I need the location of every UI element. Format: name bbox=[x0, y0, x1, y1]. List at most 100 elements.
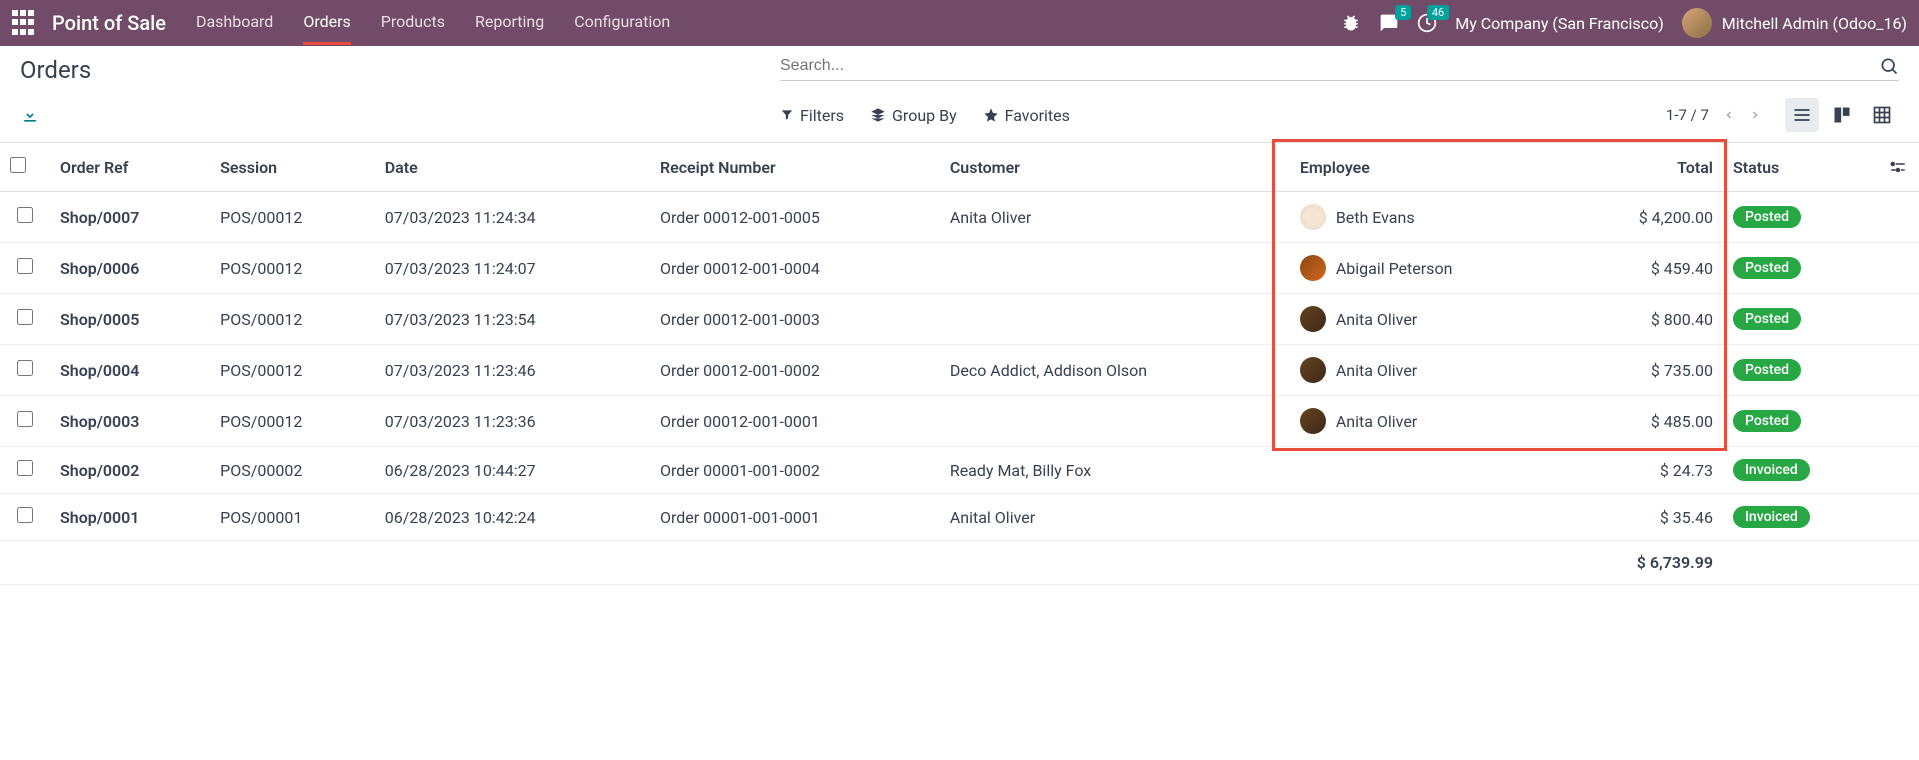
messages-icon[interactable]: 5 bbox=[1379, 13, 1399, 33]
cell-status: Posted bbox=[1723, 294, 1879, 345]
optional-fields-icon[interactable] bbox=[1889, 158, 1909, 176]
cell-session: POS/00001 bbox=[210, 494, 375, 541]
col-receipt[interactable]: Receipt Number bbox=[650, 143, 940, 192]
cell-receipt: Order 00012-001-0003 bbox=[650, 294, 940, 345]
cell-receipt: Order 00001-001-0001 bbox=[650, 494, 940, 541]
employee-avatar bbox=[1300, 357, 1326, 383]
cell-ref: Shop/0002 bbox=[50, 447, 210, 494]
cell-customer: Anital Oliver bbox=[940, 494, 1290, 541]
cell-date: 06/28/2023 10:42:24 bbox=[375, 494, 650, 541]
row-checkbox[interactable] bbox=[17, 258, 33, 274]
cell-total: $ 485.00 bbox=[1568, 396, 1723, 447]
search-bar[interactable] bbox=[780, 56, 1899, 81]
employee-avatar bbox=[1300, 255, 1326, 281]
nav-products[interactable]: Products bbox=[381, 12, 445, 35]
cell-ref: Shop/0006 bbox=[50, 243, 210, 294]
cell-receipt: Order 00001-001-0002 bbox=[650, 447, 940, 494]
cell-status: Posted bbox=[1723, 396, 1879, 447]
footer-total: $ 6,739.99 bbox=[1568, 541, 1723, 585]
cell-receipt: Order 00012-001-0001 bbox=[650, 396, 940, 447]
cell-status: Posted bbox=[1723, 192, 1879, 243]
star-icon bbox=[983, 107, 999, 123]
row-checkbox[interactable] bbox=[17, 207, 33, 223]
activities-badge: 46 bbox=[1427, 5, 1449, 20]
view-list-icon[interactable] bbox=[1785, 98, 1819, 132]
cell-receipt: Order 00012-001-0004 bbox=[650, 243, 940, 294]
nav-menu: Dashboard Orders Products Reporting Conf… bbox=[196, 12, 670, 35]
nav-reporting[interactable]: Reporting bbox=[475, 12, 544, 35]
cell-session: POS/00012 bbox=[210, 396, 375, 447]
nav-configuration[interactable]: Configuration bbox=[574, 12, 670, 35]
control-panel: Orders Filters Group By Favori bbox=[0, 46, 1919, 142]
view-kanban-icon[interactable] bbox=[1825, 98, 1859, 132]
view-pivot-icon[interactable] bbox=[1865, 98, 1899, 132]
col-ref[interactable]: Order Ref bbox=[50, 143, 210, 192]
cell-employee bbox=[1290, 494, 1568, 541]
cell-ref: Shop/0001 bbox=[50, 494, 210, 541]
layers-icon bbox=[870, 107, 886, 123]
app-brand[interactable]: Point of Sale bbox=[52, 11, 166, 35]
apps-icon[interactable] bbox=[12, 10, 38, 36]
row-checkbox[interactable] bbox=[17, 507, 33, 523]
cell-date: 07/03/2023 11:24:07 bbox=[375, 243, 650, 294]
cell-total: $ 4,200.00 bbox=[1568, 192, 1723, 243]
search-input[interactable] bbox=[780, 57, 1871, 75]
cell-session: POS/00012 bbox=[210, 243, 375, 294]
cell-ref: Shop/0003 bbox=[50, 396, 210, 447]
nav-dashboard[interactable]: Dashboard bbox=[196, 12, 273, 35]
pager-next-icon[interactable] bbox=[1749, 107, 1761, 123]
col-status[interactable]: Status bbox=[1723, 143, 1879, 192]
cell-employee: Anita Oliver bbox=[1290, 294, 1568, 345]
table-row[interactable]: Shop/0002 POS/00002 06/28/2023 10:44:27 … bbox=[0, 447, 1919, 494]
cell-ref: Shop/0004 bbox=[50, 345, 210, 396]
col-session[interactable]: Session bbox=[210, 143, 375, 192]
pager-prev-icon[interactable] bbox=[1723, 107, 1735, 123]
row-checkbox[interactable] bbox=[17, 411, 33, 427]
cell-ref: Shop/0005 bbox=[50, 294, 210, 345]
activities-icon[interactable]: 46 bbox=[1417, 13, 1437, 33]
cell-customer bbox=[940, 243, 1290, 294]
cell-date: 07/03/2023 11:23:46 bbox=[375, 345, 650, 396]
groupby-button[interactable]: Group By bbox=[870, 106, 957, 125]
table-row[interactable]: Shop/0001 POS/00001 06/28/2023 10:42:24 … bbox=[0, 494, 1919, 541]
cell-date: 06/28/2023 10:44:27 bbox=[375, 447, 650, 494]
cell-session: POS/00012 bbox=[210, 294, 375, 345]
employee-avatar bbox=[1300, 204, 1326, 230]
cell-status: Invoiced bbox=[1723, 494, 1879, 541]
table-row[interactable]: Shop/0003 POS/00012 07/03/2023 11:23:36 … bbox=[0, 396, 1919, 447]
table-row[interactable]: Shop/0005 POS/00012 07/03/2023 11:23:54 … bbox=[0, 294, 1919, 345]
table-row[interactable]: Shop/0006 POS/00012 07/03/2023 11:24:07 … bbox=[0, 243, 1919, 294]
pager-text[interactable]: 1-7 / 7 bbox=[1666, 106, 1709, 124]
row-checkbox[interactable] bbox=[17, 360, 33, 376]
company-selector[interactable]: My Company (San Francisco) bbox=[1455, 14, 1664, 33]
cell-session: POS/00002 bbox=[210, 447, 375, 494]
search-icon[interactable] bbox=[1879, 56, 1899, 76]
col-date[interactable]: Date bbox=[375, 143, 650, 192]
filters-label: Filters bbox=[800, 106, 844, 125]
groupby-label: Group By bbox=[892, 106, 957, 125]
user-menu[interactable]: Mitchell Admin (Odoo_16) bbox=[1682, 8, 1907, 38]
cell-receipt: Order 00012-001-0002 bbox=[650, 345, 940, 396]
cell-employee: Anita Oliver bbox=[1290, 396, 1568, 447]
employee-avatar bbox=[1300, 408, 1326, 434]
nav-orders[interactable]: Orders bbox=[303, 12, 350, 35]
col-employee[interactable]: Employee bbox=[1290, 143, 1568, 192]
row-checkbox[interactable] bbox=[17, 460, 33, 476]
cell-employee: Anita Oliver bbox=[1290, 345, 1568, 396]
select-all-checkbox[interactable] bbox=[10, 157, 26, 173]
filters-button[interactable]: Filters bbox=[780, 106, 844, 125]
row-checkbox[interactable] bbox=[17, 309, 33, 325]
table-row[interactable]: Shop/0004 POS/00012 07/03/2023 11:23:46 … bbox=[0, 345, 1919, 396]
debug-icon[interactable] bbox=[1341, 13, 1361, 33]
export-button[interactable] bbox=[20, 105, 780, 125]
username: Mitchell Admin (Odoo_16) bbox=[1722, 14, 1907, 33]
table-row[interactable]: Shop/0007 POS/00012 07/03/2023 11:24:34 … bbox=[0, 192, 1919, 243]
page-title: Orders bbox=[20, 56, 780, 84]
cell-status: Posted bbox=[1723, 345, 1879, 396]
col-total[interactable]: Total bbox=[1568, 143, 1723, 192]
cell-customer: Anita Oliver bbox=[940, 192, 1290, 243]
col-customer[interactable]: Customer bbox=[940, 143, 1290, 192]
messages-badge: 5 bbox=[1395, 5, 1411, 20]
favorites-button[interactable]: Favorites bbox=[983, 106, 1070, 125]
cell-ref: Shop/0007 bbox=[50, 192, 210, 243]
